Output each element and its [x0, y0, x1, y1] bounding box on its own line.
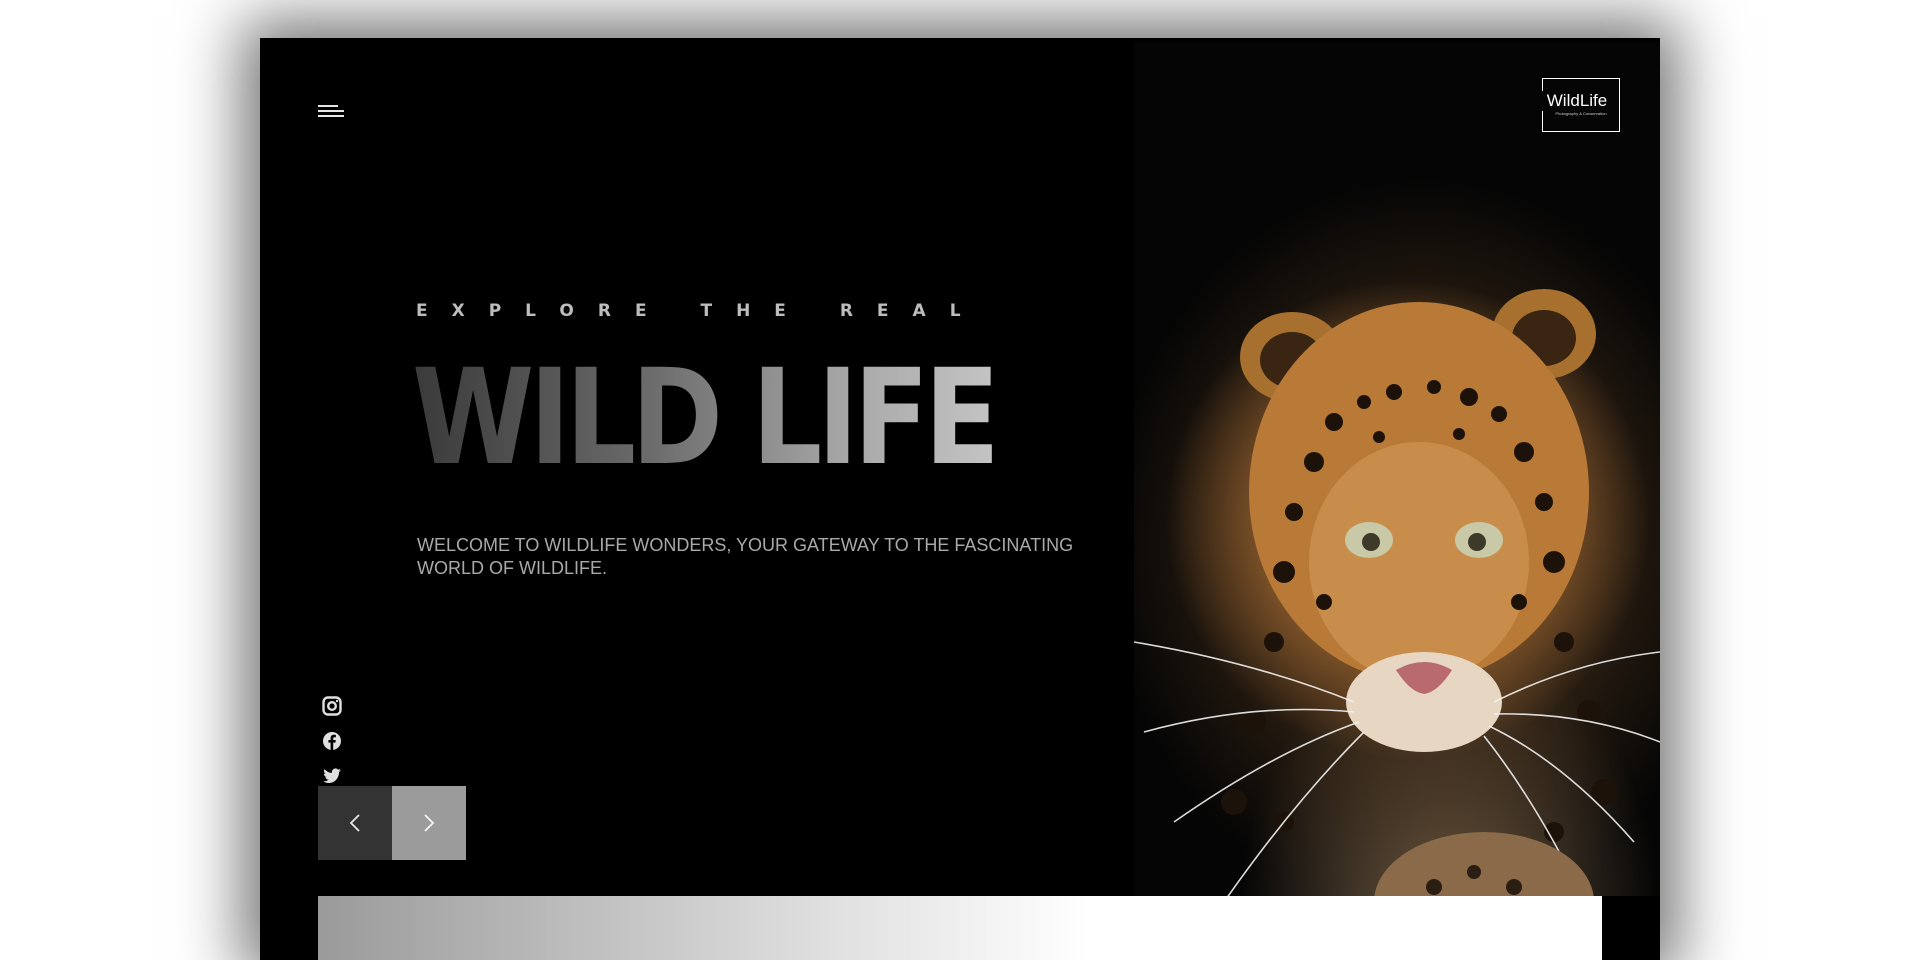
hero-headline: WILD LIFE	[412, 341, 1000, 495]
twitter-icon[interactable]	[322, 766, 342, 786]
next-slide-button[interactable]	[392, 786, 466, 860]
hero-section: EXPLORE THE REAL WILD LIFE WELCOME TO WI…	[260, 38, 1134, 896]
hero-intro: WELCOME TO WILDLIFE WONDERS, YOUR GATEWA…	[417, 535, 1074, 578]
leopard-illustration	[1134, 289, 1660, 960]
logo-subtitle: Photography & Conservation	[1555, 111, 1607, 116]
chevron-right-icon	[424, 814, 435, 832]
logo-title: WildLife	[1537, 91, 1619, 111]
leopard-image: WildLife Photography & Conservation	[1134, 42, 1660, 960]
facebook-icon[interactable]	[322, 731, 342, 751]
brand-logo[interactable]: WildLife Photography & Conservation	[1537, 78, 1620, 132]
slider-pager	[318, 786, 466, 860]
hero-eyebrow: EXPLORE THE REAL	[416, 301, 985, 321]
page-frame: EXPLORE THE REAL WILD LIFE WELCOME TO WI…	[260, 38, 1660, 960]
instagram-icon[interactable]	[322, 696, 342, 716]
next-section-preview	[318, 896, 1602, 960]
prev-slide-button[interactable]	[318, 786, 392, 860]
hamburger-menu-icon[interactable]	[318, 98, 344, 122]
chevron-left-icon	[349, 814, 360, 832]
next-section-edge	[1602, 896, 1660, 960]
